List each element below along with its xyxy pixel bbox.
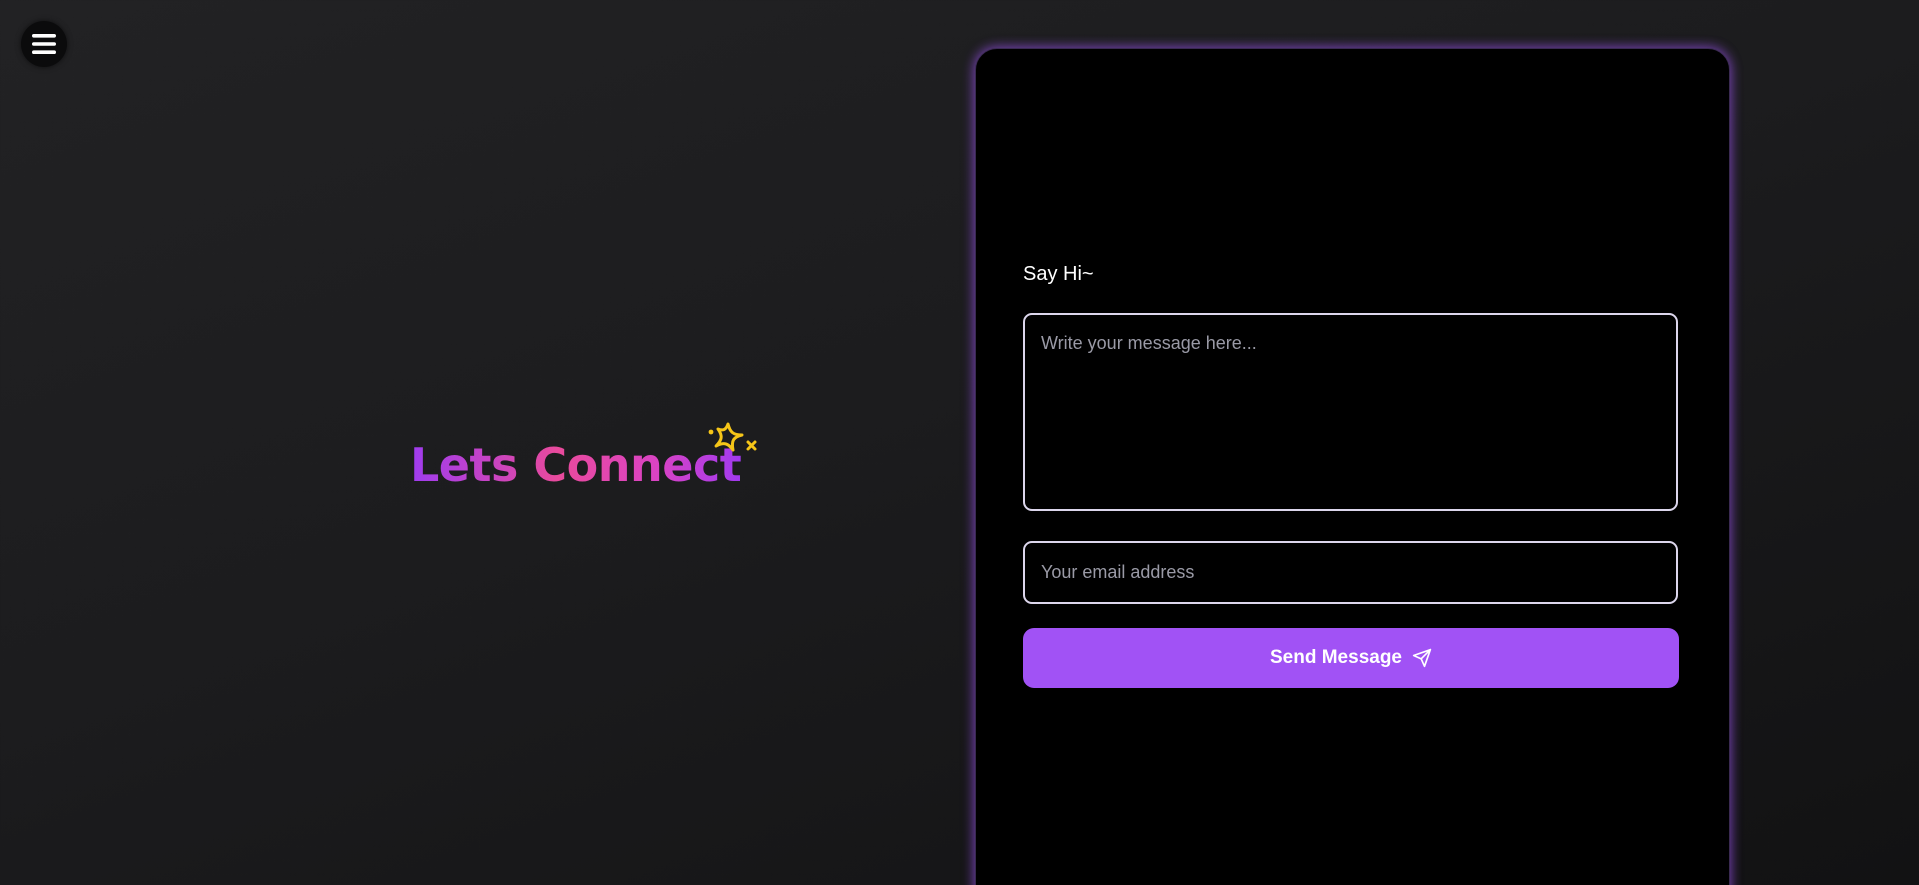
send-message-button[interactable]: Send Message xyxy=(1023,628,1679,688)
hero-section: Lets Connect xyxy=(410,418,770,508)
sparkle-icon xyxy=(706,418,762,467)
hamburger-menu-icon xyxy=(31,32,57,56)
message-textarea[interactable] xyxy=(1023,313,1678,511)
paper-plane-icon xyxy=(1412,648,1432,668)
contact-card: Say Hi~ Send Message xyxy=(975,48,1730,885)
email-field[interactable] xyxy=(1023,541,1678,604)
menu-button[interactable] xyxy=(21,21,67,67)
form-heading: Say Hi~ xyxy=(1023,263,1094,285)
hero-title: Lets Connect xyxy=(410,438,742,492)
send-button-label: Send Message xyxy=(1270,647,1402,668)
